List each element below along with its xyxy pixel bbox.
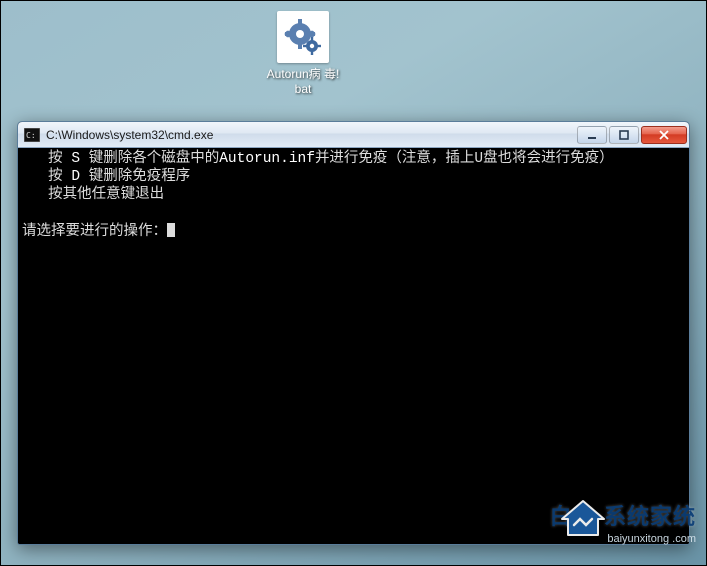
console-prompt: 请选择要进行的操作： xyxy=(22,224,167,240)
svg-text:C:: C: xyxy=(26,131,36,140)
minimize-button[interactable] xyxy=(577,126,607,144)
batch-file-icon xyxy=(277,11,329,63)
cmd-window: C: C:\Windows\system32\cmd.exe xyxy=(17,121,690,545)
desktop-icon-label: Autorun病 毒!bat xyxy=(264,67,342,97)
cursor-icon xyxy=(167,223,175,237)
close-button[interactable] xyxy=(641,126,687,144)
desktop-icon-autorun-bat[interactable]: Autorun病 毒!bat xyxy=(264,11,342,97)
console-output[interactable]: 按 S 键删除各个磁盘中的Autorun.inf并进行免疫（注意，插上U盘也将会… xyxy=(18,148,689,544)
window-controls xyxy=(577,126,687,144)
maximize-button[interactable] xyxy=(609,126,639,144)
console-line-1: 按 S 键删除各个磁盘中的Autorun.inf并进行免疫（注意，插上U盘也将会… xyxy=(22,151,614,167)
console-line-3: 按其他任意键退出 xyxy=(22,187,164,203)
cmd-icon: C: xyxy=(24,128,40,142)
window-title: C:\Windows\system32\cmd.exe xyxy=(46,128,571,142)
console-line-2: 按 D 键删除免疫程序 xyxy=(22,169,190,185)
desktop: Autorun病 毒!bat C: C:\Windows\system32\cm… xyxy=(0,0,707,566)
titlebar[interactable]: C: C:\Windows\system32\cmd.exe xyxy=(18,122,689,148)
